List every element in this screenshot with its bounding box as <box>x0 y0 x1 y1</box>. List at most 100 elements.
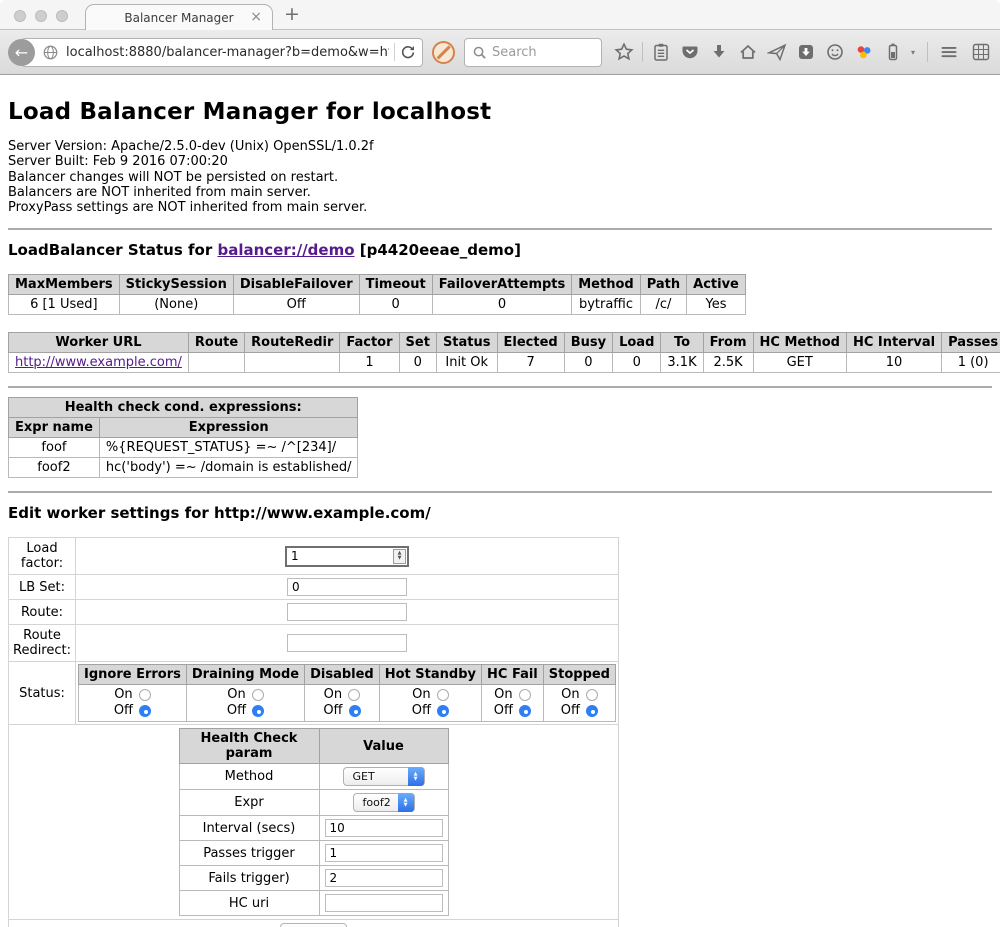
bookmark-star-icon[interactable] <box>613 41 635 63</box>
section-divider <box>8 228 992 230</box>
section-divider <box>8 491 992 493</box>
tab-groups-icon[interactable] <box>970 41 992 63</box>
radio-on[interactable] <box>139 689 151 701</box>
radio-off-selected[interactable] <box>252 705 264 717</box>
edit-worker-heading: Edit worker settings for http://www.exam… <box>8 504 992 522</box>
status-hot-standby-cell: On Off <box>379 685 481 722</box>
expr-table-title: Health check cond. expressions: <box>9 398 358 418</box>
url-input[interactable] <box>66 45 389 60</box>
hc-expr-select[interactable]: foof2 ▲▼ <box>353 793 415 812</box>
colorful-dots-extension-icon[interactable] <box>853 41 875 63</box>
status-ignore-errors-cell: On Off <box>79 685 187 722</box>
bookmarks-menu-icon[interactable] <box>650 41 672 63</box>
radio-on[interactable] <box>252 689 264 701</box>
hello-smiley-icon[interactable] <box>824 41 846 63</box>
status-label: Status: <box>9 662 76 725</box>
load-factor-field[interactable]: ▲▼ <box>285 546 409 567</box>
browser-tab[interactable]: Balancer Manager × <box>85 4 273 30</box>
balancer-row: 6 [1 Used] (None) Off 0 0 bytraffic /c/ … <box>9 295 746 315</box>
radio-off-selected[interactable] <box>139 705 151 717</box>
worker-table: Worker URL Route RouteRedir Factor Set S… <box>8 332 1000 373</box>
radio-off-selected[interactable] <box>586 705 598 717</box>
route-redirect-label: Route Redirect: <box>9 625 76 662</box>
expr-row: foof2 hc('body') =~ /domain is establish… <box>9 458 358 478</box>
load-factor-input[interactable] <box>287 549 393 563</box>
content-blocker-icon[interactable] <box>432 41 455 64</box>
browser-chrome: Balancer Manager × + ← <box>0 0 1000 75</box>
persist-notice-line: Balancer changes will NOT be persisted o… <box>8 170 992 185</box>
url-divider <box>394 43 395 61</box>
home-icon[interactable] <box>737 41 759 63</box>
hc-expr-label: Expr <box>179 790 319 816</box>
navigation-toolbar: ← <box>0 30 1000 75</box>
edit-worker-form: Load factor: ▲▼ LB Set: Route: Route Red… <box>8 537 619 927</box>
route-label: Route: <box>9 600 76 625</box>
menu-group <box>927 41 992 63</box>
server-version-line: Server Version: Apache/2.5.0-dev (Unix) … <box>8 139 992 154</box>
server-built-line: Server Built: Feb 9 2016 07:00:20 <box>8 154 992 169</box>
hc-interval-input[interactable] <box>325 819 443 837</box>
overflow-caret-icon[interactable]: ▾ <box>911 48 915 57</box>
toolbar-divider <box>927 42 928 62</box>
tab-close-icon[interactable]: × <box>250 9 262 25</box>
radio-on[interactable] <box>437 689 449 701</box>
hc-fails-label: Fails trigger) <box>179 866 319 891</box>
balancer-link[interactable]: balancer://demo <box>217 241 354 259</box>
hc-interval-label: Interval (secs) <box>179 816 319 841</box>
battery-extension-icon[interactable] <box>882 41 904 63</box>
download-square-extension-icon[interactable] <box>795 41 817 63</box>
radio-on[interactable] <box>519 689 531 701</box>
back-button[interactable]: ← <box>8 39 35 66</box>
hc-uri-label: HC uri <box>179 891 319 916</box>
balancer-status-table: MaxMembers StickySession DisableFailover… <box>8 274 746 315</box>
page-content: Load Balancer Manager for localhost Serv… <box>0 99 1000 927</box>
radio-off-selected[interactable] <box>437 705 449 717</box>
downloads-icon[interactable] <box>708 41 730 63</box>
submit-button[interactable]: Submit <box>280 923 347 927</box>
radio-on[interactable] <box>348 689 360 701</box>
hamburger-menu-icon[interactable] <box>938 41 960 63</box>
section-divider <box>8 386 992 388</box>
route-input[interactable] <box>287 603 407 621</box>
expr-row: foof %{REQUEST_STATUS} =~ /^[234]/ <box>9 438 358 458</box>
url-bar[interactable] <box>21 38 423 67</box>
status-hc-fail-cell: On Off <box>482 685 544 722</box>
select-stepper-icon: ▲▼ <box>408 767 424 786</box>
status-table: Ignore Errors Draining Mode Disabled Hot… <box>78 664 616 722</box>
minimize-window-button[interactable] <box>35 10 47 22</box>
tab-strip: Balancer Manager × + <box>0 0 1000 30</box>
lb-set-input[interactable] <box>287 578 407 596</box>
hc-method-select[interactable]: GET ▲▼ <box>343 767 425 786</box>
lb-set-label: LB Set: <box>9 575 76 600</box>
server-info: Server Version: Apache/2.5.0-dev (Unix) … <box>8 139 992 215</box>
hc-method-label: Method <box>179 764 319 790</box>
page-title: Load Balancer Manager for localhost <box>8 99 992 125</box>
pocket-icon[interactable] <box>679 41 701 63</box>
globe-icon <box>42 44 59 61</box>
hc-passes-label: Passes trigger <box>179 841 319 866</box>
number-spinner-icon[interactable]: ▲▼ <box>393 549 406 564</box>
hc-passes-input[interactable] <box>325 844 443 862</box>
load-factor-label: Load factor: <box>9 538 76 575</box>
hc-uri-input[interactable] <box>325 894 443 912</box>
worker-row: http://www.example.com/ 1 0 Init Ok 7 0 … <box>9 353 1000 373</box>
close-window-button[interactable] <box>14 10 26 22</box>
hc-fails-input[interactable] <box>325 869 443 887</box>
new-tab-button[interactable]: + <box>284 3 300 25</box>
zoom-window-button[interactable] <box>56 10 68 22</box>
send-plane-icon[interactable] <box>766 41 788 63</box>
reload-icon[interactable] <box>400 44 422 60</box>
status-stopped-cell: On Off <box>543 685 615 722</box>
balancer-status-heading: LoadBalancer Status for balancer://demo … <box>8 241 992 259</box>
radio-off-selected[interactable] <box>519 705 531 717</box>
window-controls <box>14 10 68 22</box>
route-redirect-input[interactable] <box>287 634 407 652</box>
balancers-notice-line: Balancers are NOT inherited from main se… <box>8 185 992 200</box>
worker-url-link[interactable]: http://www.example.com/ <box>15 355 182 370</box>
radio-off-selected[interactable] <box>349 705 361 717</box>
radio-on[interactable] <box>586 689 598 701</box>
search-bar[interactable] <box>464 38 602 67</box>
health-check-param-table: Health Check param Value Method GET ▲▼ <box>179 728 449 916</box>
toolbar-icons: ▾ <box>613 41 915 63</box>
search-input[interactable] <box>492 45 594 60</box>
